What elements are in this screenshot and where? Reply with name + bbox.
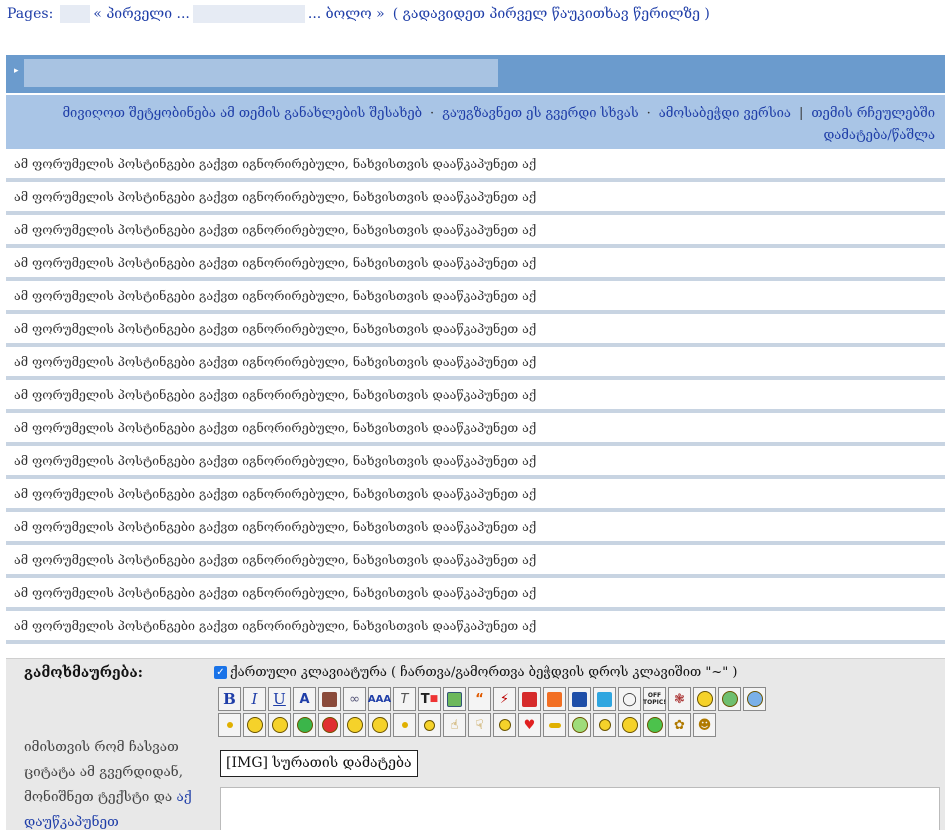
ignored-post-row[interactable]: ამ ფორუმელის პოსტინგები გაქვთ იგნორირებუ… (6, 578, 945, 611)
print-version-link[interactable]: ამოსაბეჭდი ვერსია (659, 106, 791, 121)
tiny-smiley-icon[interactable] (218, 713, 241, 737)
happy-icon[interactable] (268, 713, 291, 737)
small-smiley-icon[interactable] (393, 713, 416, 737)
georgian-keyboard-toggle[interactable]: ✓ ქართული კლავიატურა ( ჩართვა/გამორთვა ბ… (214, 665, 737, 680)
youtube-icon[interactable] (518, 687, 541, 711)
dot-separator: · (646, 106, 651, 121)
pagination: Pages: « პირველი ... ... ბოლო » ( გადავი… (7, 5, 710, 23)
reply-textarea[interactable] (220, 787, 940, 830)
reply-panel: გამოხმაურება: იმისთვის რომ ჩასვათ ციტატა… (6, 658, 945, 830)
arrow-icon: ▸ (14, 66, 19, 76)
topic-title (24, 59, 498, 87)
grin-icon[interactable] (493, 713, 516, 737)
underline-icon[interactable]: U (268, 687, 291, 711)
keyboard-hint: ( ჩართვა/გამორთვა ბეჭდვის დროს კლავიშით … (390, 665, 738, 680)
ignored-post-row[interactable]: ამ ფორუმელის პოსტინგები გაქვთ იგნორირებუ… (6, 347, 945, 380)
ignored-post-row[interactable]: ამ ფორუმელის პოსტინგები გაქვთ იგნორირებუ… (6, 314, 945, 347)
shy-icon[interactable] (293, 713, 316, 737)
worried-icon[interactable] (718, 687, 741, 711)
notify-link[interactable]: მივიღოთ შეტყობინება ამ თემის განახლების … (62, 106, 422, 121)
ignored-post-row[interactable]: ამ ფორუმელის პოსტინგები გაქვთ იგნორირებუ… (6, 512, 945, 545)
font-size-icon[interactable]: AAA (368, 687, 391, 711)
favorites-link[interactable]: თემის რჩეულებში დამატება/წაშლა (811, 106, 935, 143)
first-page-link[interactable]: « პირველი ... (93, 6, 190, 22)
angry-icon[interactable] (318, 713, 341, 737)
strike-icon[interactable]: A (293, 687, 316, 711)
face-photo-icon[interactable] (318, 687, 341, 711)
ignored-post-row[interactable]: ამ ფორუმელის პოსტინგები გაქვთ იგნორირებუ… (6, 413, 945, 446)
ignored-post-row[interactable]: ამ ფორუმელის პოსტინგები გაქვთ იგნორირებუ… (6, 380, 945, 413)
checkbox-checked-icon[interactable]: ✓ (214, 666, 227, 679)
editor-toolbar-row: B I U A ∞ AAA T T ■ “ ⚡ ◯ OFF TOPIC! ❃ (218, 687, 938, 711)
thumbs-up-icon[interactable]: ☝ (443, 713, 466, 737)
image-icon[interactable] (443, 687, 466, 711)
keyboard-label: ქართული კლავიატურა (230, 665, 387, 680)
ignored-post-row[interactable]: ამ ფორუმელის პოსტინგები გაქვთ იგნორირებუ… (6, 182, 945, 215)
reply-label: გამოხმაურება: (24, 665, 143, 681)
editor-toolbar-row: ☝ ☟ ♥ ✿ ☻ (218, 713, 938, 737)
love-icon[interactable]: ♥ (518, 713, 541, 737)
bar-separator: | (798, 106, 804, 121)
topic-toolbar: მივიღოთ შეტყობინება ამ თემის განახლების … (6, 95, 945, 149)
pagination-label: Pages: (7, 6, 54, 22)
offtopic-icon[interactable]: OFF TOPIC! (643, 687, 666, 711)
ignored-post-row[interactable]: ამ ფორუმელის პოსტინგები გაქვთ იგნორირებუ… (6, 611, 945, 644)
font-icon[interactable]: T (393, 687, 416, 711)
thumbs-down-icon[interactable]: ☟ (468, 713, 491, 737)
flash-icon[interactable]: ⚡ (493, 687, 516, 711)
ignored-post-row[interactable]: ამ ფორუმელის პოსტინგები გაქვთ იგნორირებუ… (6, 446, 945, 479)
link-icon[interactable]: ∞ (343, 687, 366, 711)
ignored-post-row[interactable]: ამ ფორუმელის პოსტინგები გაქვთ იგნორირებუ… (6, 215, 945, 248)
kiss-icon[interactable] (543, 713, 566, 737)
post-list: ამ ფორუმელის პოსტინგები გაქვთ იგნორირებუ… (6, 149, 945, 644)
cool-icon[interactable] (743, 687, 766, 711)
add-image-button[interactable]: [IMG] სურათის დამატება (220, 750, 418, 777)
confused-icon[interactable]: ❃ (668, 687, 691, 711)
sleepy-icon[interactable] (693, 687, 716, 711)
vimeo-icon[interactable] (593, 687, 616, 711)
bold-icon[interactable]: B (218, 687, 241, 711)
page-number-link[interactable] (60, 5, 91, 23)
topic-header: ▸ (6, 55, 945, 93)
facebook-icon[interactable] (568, 687, 591, 711)
wink-icon[interactable] (643, 713, 666, 737)
quote-icon[interactable]: “ (468, 687, 491, 711)
ignored-post-row[interactable]: ამ ფორუმელის პოსტინგები გაქვთ იგნორირებუ… (6, 281, 945, 314)
ignored-post-row[interactable]: ამ ფორუმელის პოსტინგები გაქვთ იგნორირებუ… (6, 149, 945, 182)
tongue-icon[interactable]: ☻ (693, 713, 716, 737)
thinking-icon[interactable] (418, 713, 441, 737)
page-numbers[interactable] (192, 5, 305, 23)
editor-toolbar: B I U A ∞ AAA T T ■ “ ⚡ ◯ OFF TOPIC! ❃ ☝… (218, 687, 938, 739)
quote-help: იმისთვის რომ ჩასვათ ციტატა ამ გვერდიდან,… (24, 735, 204, 830)
dot-separator: · (430, 106, 435, 121)
last-page-link[interactable]: ... ბოლო » (308, 6, 385, 22)
soundcloud-icon[interactable] (543, 687, 566, 711)
drop-icon[interactable]: ◯ (618, 687, 641, 711)
nerd-icon[interactable] (343, 713, 366, 737)
sick-icon[interactable] (568, 713, 591, 737)
cry-icon[interactable] (368, 713, 391, 737)
ignored-post-row[interactable]: ამ ფორუმელის პოსტინგები გაქვთ იგნორირებუ… (6, 248, 945, 281)
smile-icon[interactable] (243, 713, 266, 737)
quote-help-text: იმისთვის რომ ჩასვათ ციტატა ამ გვერდიდან,… (24, 739, 183, 805)
send-page-link[interactable]: გაუგზავნეთ ეს გვერდი სხვას (442, 106, 638, 121)
text-color-icon[interactable]: T ■ (418, 687, 441, 711)
dizzy-icon[interactable] (593, 713, 616, 737)
ignored-post-row[interactable]: ამ ფორუმელის პოსტინგები გაქვთ იგნორირებუ… (6, 545, 945, 578)
ignored-post-row[interactable]: ამ ფორუმელის პოსტინგები გაქვთ იგნორირებუ… (6, 479, 945, 512)
first-unread-link[interactable]: ( გადავიდეთ პირველ წაუკითხავ წერილზე ) (393, 6, 710, 22)
surprised-icon[interactable] (618, 713, 641, 737)
sneaky-icon[interactable]: ✿ (668, 713, 691, 737)
italic-icon[interactable]: I (243, 687, 266, 711)
